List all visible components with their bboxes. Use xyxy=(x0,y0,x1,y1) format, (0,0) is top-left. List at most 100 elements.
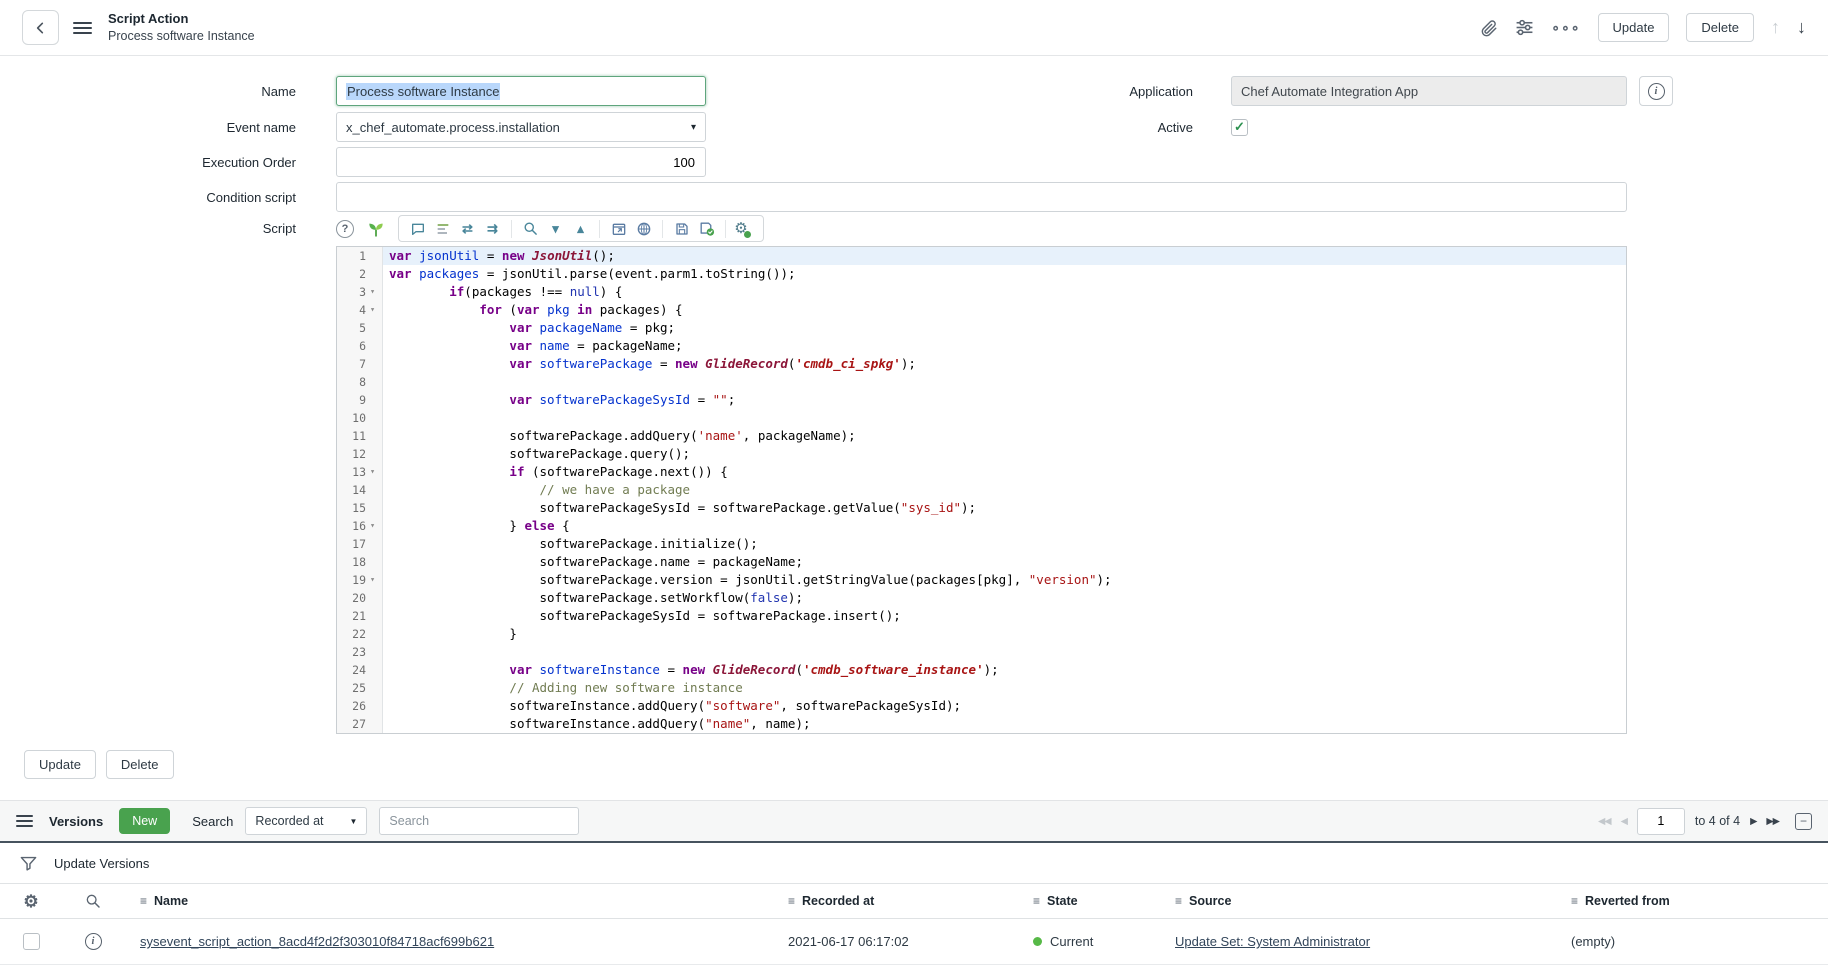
code-line[interactable]: 1var jsonUtil = new JsonUtil(); xyxy=(337,247,1626,265)
replace-all-icon[interactable]: ⇉ xyxy=(480,218,505,239)
application-info-button[interactable]: i xyxy=(1639,76,1673,106)
row-checkbox[interactable] xyxy=(23,933,40,950)
save-icon[interactable] xyxy=(669,218,694,239)
update-button[interactable]: Update xyxy=(1598,13,1670,42)
new-button[interactable]: New xyxy=(119,808,170,834)
fold-arrow-icon[interactable]: ▾ xyxy=(369,463,382,481)
line-number-gutter[interactable]: 3▾ xyxy=(337,283,383,301)
code-line[interactable]: 11 softwarePackage.addQuery('name', pack… xyxy=(337,427,1626,445)
code-line[interactable]: 3▾ if(packages !== null) { xyxy=(337,283,1626,301)
list-settings-gear-icon[interactable]: ⚙ xyxy=(23,893,38,910)
line-number-gutter[interactable]: 20 xyxy=(337,589,383,607)
code-line[interactable]: 14 // we have a package xyxy=(337,481,1626,499)
attachment-paperclip-icon[interactable] xyxy=(1480,19,1498,37)
line-number-gutter[interactable]: 6 xyxy=(337,337,383,355)
toggle-comment-icon[interactable] xyxy=(405,218,430,239)
execution-order-input[interactable] xyxy=(336,147,706,177)
code-line[interactable]: 27 softwareInstance.addQuery("name", nam… xyxy=(337,715,1626,733)
code-line[interactable]: 7 var softwarePackage = new GlideRecord(… xyxy=(337,355,1626,373)
code-line[interactable]: 5 var packageName = pkg; xyxy=(337,319,1626,337)
column-menu-icon[interactable]: ≡ xyxy=(140,894,147,908)
code-line[interactable]: 22 } xyxy=(337,625,1626,643)
code-line[interactable]: 16▾ } else { xyxy=(337,517,1626,535)
name-input[interactable]: Process software Instance xyxy=(336,76,706,106)
list-context-menu-icon[interactable] xyxy=(16,811,33,831)
column-header-source[interactable]: Source xyxy=(1189,894,1231,908)
column-search-icon[interactable] xyxy=(85,893,101,909)
fold-arrow-icon[interactable]: ▾ xyxy=(369,301,382,319)
check-syntax-icon[interactable] xyxy=(631,218,656,239)
line-number-gutter[interactable]: 25 xyxy=(337,679,383,697)
code-line[interactable]: 18 softwarePackage.name = packageName; xyxy=(337,553,1626,571)
last-page-icon[interactable]: ▶▶ xyxy=(1766,816,1779,827)
code-line[interactable]: 15 softwarePackageSysId = softwarePackag… xyxy=(337,499,1626,517)
script-help-icon[interactable]: ? xyxy=(336,220,354,238)
line-number-gutter[interactable]: 18 xyxy=(337,553,383,571)
script-code-editor[interactable]: 1var jsonUtil = new JsonUtil();2var pack… xyxy=(336,246,1627,734)
line-number-gutter[interactable]: 27 xyxy=(337,715,383,733)
column-header-recorded-at[interactable]: Recorded at xyxy=(802,894,874,908)
source-link[interactable]: Update Set: System Administrator xyxy=(1175,934,1370,949)
line-number-gutter[interactable]: 24 xyxy=(337,661,383,679)
line-number-gutter[interactable]: 26 xyxy=(337,697,383,715)
line-number-gutter[interactable]: 23 xyxy=(337,643,383,661)
row-info-icon[interactable]: i xyxy=(85,933,102,950)
next-record-icon[interactable]: ↓ xyxy=(1797,17,1806,38)
collapse-list-icon[interactable]: − xyxy=(1795,813,1812,830)
column-header-name[interactable]: Name xyxy=(154,894,188,908)
delete-button-bottom[interactable]: Delete xyxy=(106,750,174,779)
code-line[interactable]: 17 softwarePackage.initialize(); xyxy=(337,535,1626,553)
format-code-icon[interactable] xyxy=(430,218,455,239)
line-number-gutter[interactable]: 15 xyxy=(337,499,383,517)
line-number-gutter[interactable]: 14 xyxy=(337,481,383,499)
find-previous-icon[interactable]: ▴ xyxy=(568,218,593,239)
line-number-gutter[interactable]: 12 xyxy=(337,445,383,463)
line-number-gutter[interactable]: 19▾ xyxy=(337,571,383,589)
code-line[interactable]: 6 var name = packageName; xyxy=(337,337,1626,355)
event-name-select[interactable]: x_chef_automate.process.installation ▾ xyxy=(336,112,706,142)
fold-arrow-icon[interactable]: ▾ xyxy=(369,283,382,301)
code-line[interactable]: 25 // Adding new software instance xyxy=(337,679,1626,697)
next-page-icon[interactable]: ▶ xyxy=(1750,816,1756,827)
column-menu-icon[interactable]: ≡ xyxy=(1033,894,1040,908)
syntax-editor-toggle-icon[interactable] xyxy=(366,219,386,239)
line-number-gutter[interactable]: 7 xyxy=(337,355,383,373)
column-menu-icon[interactable]: ≡ xyxy=(1175,894,1182,908)
line-number-gutter[interactable]: 16▾ xyxy=(337,517,383,535)
code-line[interactable]: 13▾ if (softwarePackage.next()) { xyxy=(337,463,1626,481)
fold-arrow-icon[interactable]: ▾ xyxy=(369,517,382,535)
open-in-window-icon[interactable] xyxy=(606,218,631,239)
version-name-link[interactable]: sysevent_script_action_8acd4f2d2f303010f… xyxy=(140,934,494,949)
personalize-sliders-icon[interactable] xyxy=(1515,18,1534,37)
column-header-state[interactable]: State xyxy=(1047,894,1078,908)
column-menu-icon[interactable]: ≡ xyxy=(1571,894,1578,908)
line-number-gutter[interactable]: 13▾ xyxy=(337,463,383,481)
form-context-menu-icon[interactable] xyxy=(73,18,92,38)
list-search-input[interactable] xyxy=(379,807,579,835)
line-number-gutter[interactable]: 2 xyxy=(337,265,383,283)
active-checkbox[interactable]: ✓ xyxy=(1231,119,1248,136)
more-options-icon[interactable]: ∘∘∘ xyxy=(1551,19,1580,36)
line-number-gutter[interactable]: 5 xyxy=(337,319,383,337)
code-line[interactable]: 19▾ softwarePackage.version = jsonUtil.g… xyxy=(337,571,1626,589)
save-and-check-icon[interactable] xyxy=(694,218,719,239)
code-line[interactable]: 9 var softwarePackageSysId = ""; xyxy=(337,391,1626,409)
versions-tab[interactable]: Versions xyxy=(49,814,103,829)
page-number-input[interactable] xyxy=(1637,808,1685,835)
code-line[interactable]: 20 softwarePackage.setWorkflow(false); xyxy=(337,589,1626,607)
code-line[interactable]: 12 softwarePackage.query(); xyxy=(337,445,1626,463)
delete-button[interactable]: Delete xyxy=(1686,13,1754,42)
line-number-gutter[interactable]: 22 xyxy=(337,625,383,643)
code-line[interactable]: 23 xyxy=(337,643,1626,661)
code-line[interactable]: 24 var softwareInstance = new GlideRecor… xyxy=(337,661,1626,679)
update-button-bottom[interactable]: Update xyxy=(24,750,96,779)
filter-funnel-icon[interactable] xyxy=(19,854,38,873)
code-line[interactable]: 8 xyxy=(337,373,1626,391)
code-line[interactable]: 21 softwarePackageSysId = softwarePackag… xyxy=(337,607,1626,625)
line-number-gutter[interactable]: 10 xyxy=(337,409,383,427)
line-number-gutter[interactable]: 17 xyxy=(337,535,383,553)
line-number-gutter[interactable]: 4▾ xyxy=(337,301,383,319)
fold-arrow-icon[interactable]: ▾ xyxy=(369,571,382,589)
line-number-gutter[interactable]: 11 xyxy=(337,427,383,445)
search-column-select[interactable]: Recorded at ▼ xyxy=(245,807,367,835)
